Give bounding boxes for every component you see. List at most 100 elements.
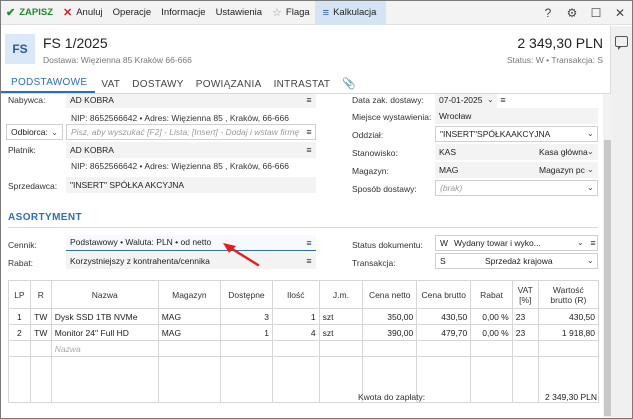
shipping-label: Sposób dostawy: bbox=[352, 184, 417, 194]
shipping-select[interactable]: (brak) bbox=[435, 180, 598, 196]
recipient-search-input[interactable]: Pisz, aby wyszukać [F2] - Lista; [Insert… bbox=[66, 124, 316, 140]
document-status: Status: W • Transakcja: S bbox=[506, 55, 603, 65]
cell-vat[interactable]: 23 bbox=[511, 324, 539, 341]
chevron-down-icon: ⌄ bbox=[587, 256, 594, 265]
cell-name[interactable]: Monitor 24'' Full HD bbox=[50, 324, 159, 341]
tab-bar: PODSTAWOWE VAT DOSTAWY POWIĄZANIA INTRAS… bbox=[1, 76, 611, 94]
recipient-menu-icon[interactable]: ≡ bbox=[304, 127, 314, 137]
settings-menu[interactable]: Ustawienia bbox=[211, 1, 267, 25]
payer-menu-icon[interactable]: ≡ bbox=[304, 145, 314, 155]
transaction-select[interactable]: S Sprzedaż krajowa bbox=[435, 253, 598, 269]
flag-button[interactable]: ☆ Flaga bbox=[267, 1, 315, 25]
chevron-down-icon[interactable]: ⌄ bbox=[487, 95, 494, 104]
tab-dostawy[interactable]: DOSTAWY bbox=[126, 79, 190, 93]
col-gross-price[interactable]: Cena brutto bbox=[416, 280, 472, 309]
info-label: Informacje bbox=[161, 7, 206, 18]
cell-lp: 1 bbox=[8, 308, 31, 325]
table-new-row[interactable]: Nazwa bbox=[8, 340, 600, 357]
info-menu[interactable]: Informacje bbox=[156, 1, 210, 25]
cell-unit[interactable]: szt bbox=[318, 308, 364, 325]
cell-net-price[interactable]: 350,00 bbox=[362, 308, 418, 325]
issue-place-field[interactable]: Wrocław bbox=[435, 108, 598, 124]
operations-menu[interactable]: Operacje bbox=[108, 1, 157, 25]
comment-icon[interactable] bbox=[615, 36, 628, 50]
cell-empty bbox=[8, 356, 31, 403]
cell-net-price[interactable]: 390,00 bbox=[362, 324, 418, 341]
cell-empty bbox=[537, 340, 600, 357]
cell-vat[interactable]: 23 bbox=[511, 308, 539, 325]
cell-gross-price[interactable]: 430,50 bbox=[416, 308, 472, 325]
settings-button[interactable]: ⚙ bbox=[560, 1, 584, 25]
calc-button[interactable]: ≡ Kalkulacja bbox=[314, 1, 387, 25]
scrollbar-thumb[interactable] bbox=[604, 140, 611, 416]
station-select[interactable]: KAS Kasa główna bbox=[435, 144, 598, 160]
col-discount[interactable]: Rabat bbox=[470, 280, 513, 309]
vertical-scrollbar[interactable] bbox=[603, 94, 612, 418]
new-item-name-input[interactable]: Nazwa bbox=[50, 340, 159, 357]
pricelist-field[interactable]: Podstawowy • Waluta: PLN • od netto bbox=[66, 235, 316, 251]
buyer-menu-icon[interactable]: ≡ bbox=[304, 95, 314, 105]
recipient-select[interactable]: Odbiorca: ⌄ bbox=[6, 124, 63, 140]
delivery-date-value: 07-01-2025 bbox=[439, 95, 483, 105]
doc-status-select[interactable]: W Wydany towar i wyko... bbox=[435, 235, 598, 251]
window-controls: ? ⚙ ☐ ✕ bbox=[536, 1, 632, 25]
buyer-label: Nabywca: bbox=[8, 95, 46, 105]
cell-quantity[interactable]: 4 bbox=[271, 324, 320, 341]
close-button[interactable]: ✕ bbox=[608, 1, 632, 25]
discount-menu-icon[interactable]: ≡ bbox=[304, 256, 314, 266]
col-r[interactable]: R bbox=[29, 280, 52, 309]
date-menu-icon[interactable]: ≡ bbox=[498, 95, 508, 105]
col-quantity[interactable]: Ilość bbox=[271, 280, 320, 309]
col-warehouse[interactable]: Magazyn bbox=[157, 280, 222, 309]
tab-podstawowe[interactable]: PODSTAWOWE bbox=[1, 77, 96, 93]
cell-empty bbox=[157, 356, 222, 403]
col-lp[interactable]: LP bbox=[8, 280, 31, 309]
cell-empty bbox=[50, 356, 159, 403]
col-vat[interactable]: VAT [%] bbox=[511, 280, 539, 309]
cell-unit[interactable]: szt bbox=[318, 324, 364, 341]
col-gross-value[interactable]: Wartość brutto (R) bbox=[537, 280, 600, 309]
cell-r: TW bbox=[29, 324, 52, 341]
square-icon: ☐ bbox=[590, 6, 602, 20]
buyer-field[interactable]: AD KOBRA bbox=[66, 94, 316, 108]
cancel-button[interactable]: ✕ Anuluj bbox=[58, 1, 108, 25]
cell-quantity[interactable]: 1 bbox=[271, 308, 320, 325]
side-rail bbox=[610, 26, 632, 418]
cell-warehouse[interactable]: MAG bbox=[157, 324, 222, 341]
cell-empty bbox=[511, 356, 539, 403]
document-amount: 2 349,30 PLN bbox=[517, 35, 603, 51]
table-row[interactable]: 1 TW Dysk SSD 1TB NVMe MAG 3 1 szt 350,0… bbox=[8, 308, 600, 325]
tab-powiazania[interactable]: POWIĄZANIA bbox=[190, 79, 268, 93]
col-net-price[interactable]: Cena netto bbox=[362, 280, 418, 309]
discount-field[interactable]: Korzystniejszy z kontrahenta/cennika bbox=[66, 253, 316, 269]
payer-field[interactable]: AD KOBRA bbox=[66, 142, 316, 158]
save-button[interactable]: ✔ ZAPISZ bbox=[1, 1, 58, 25]
col-name[interactable]: Nazwa bbox=[50, 280, 159, 309]
cell-discount[interactable]: 0,00 % bbox=[470, 308, 513, 325]
document-header: FS FS 1/2025 Dostawa: Więzienna 85 Krakó… bbox=[1, 26, 611, 74]
pricelist-menu-icon[interactable]: ≡ bbox=[304, 238, 314, 248]
pricelist-label: Cennik: bbox=[8, 240, 37, 250]
section-title: ASORTYMENT bbox=[8, 212, 82, 223]
warehouse-select[interactable]: MAG Magazyn pc bbox=[435, 162, 598, 178]
doc-type-avatar: FS bbox=[5, 34, 35, 64]
status-menu-icon[interactable]: ≡ bbox=[588, 238, 598, 248]
col-unit[interactable]: J.m. bbox=[318, 280, 364, 309]
maximize-button[interactable]: ☐ bbox=[584, 1, 608, 25]
table-row[interactable]: 2 TW Monitor 24'' Full HD MAG 1 4 szt 39… bbox=[8, 324, 600, 341]
attachment-icon[interactable]: 📎 bbox=[336, 77, 361, 93]
tab-intrastat[interactable]: INTRASTAT bbox=[268, 79, 337, 93]
col-available[interactable]: Dostępne bbox=[220, 280, 273, 309]
cell-gross-price[interactable]: 479,70 bbox=[416, 324, 472, 341]
cell-warehouse[interactable]: MAG bbox=[157, 308, 222, 325]
transaction-code: S bbox=[440, 256, 446, 266]
seller-field: "INSERT" SPÓŁKA AKCYJNA bbox=[66, 177, 316, 193]
cell-empty bbox=[362, 340, 418, 357]
branch-select[interactable]: "INSERT"SPÓŁKAAKCYJNA bbox=[435, 126, 598, 142]
delivery-address: Dostawa: Więzienna 85 Kraków 66-666 bbox=[43, 55, 192, 65]
cell-discount[interactable]: 0,00 % bbox=[470, 324, 513, 341]
help-button[interactable]: ? bbox=[536, 1, 560, 25]
cell-empty bbox=[271, 340, 320, 357]
tab-vat[interactable]: VAT bbox=[95, 79, 126, 93]
cell-name[interactable]: Dysk SSD 1TB NVMe bbox=[50, 308, 159, 325]
